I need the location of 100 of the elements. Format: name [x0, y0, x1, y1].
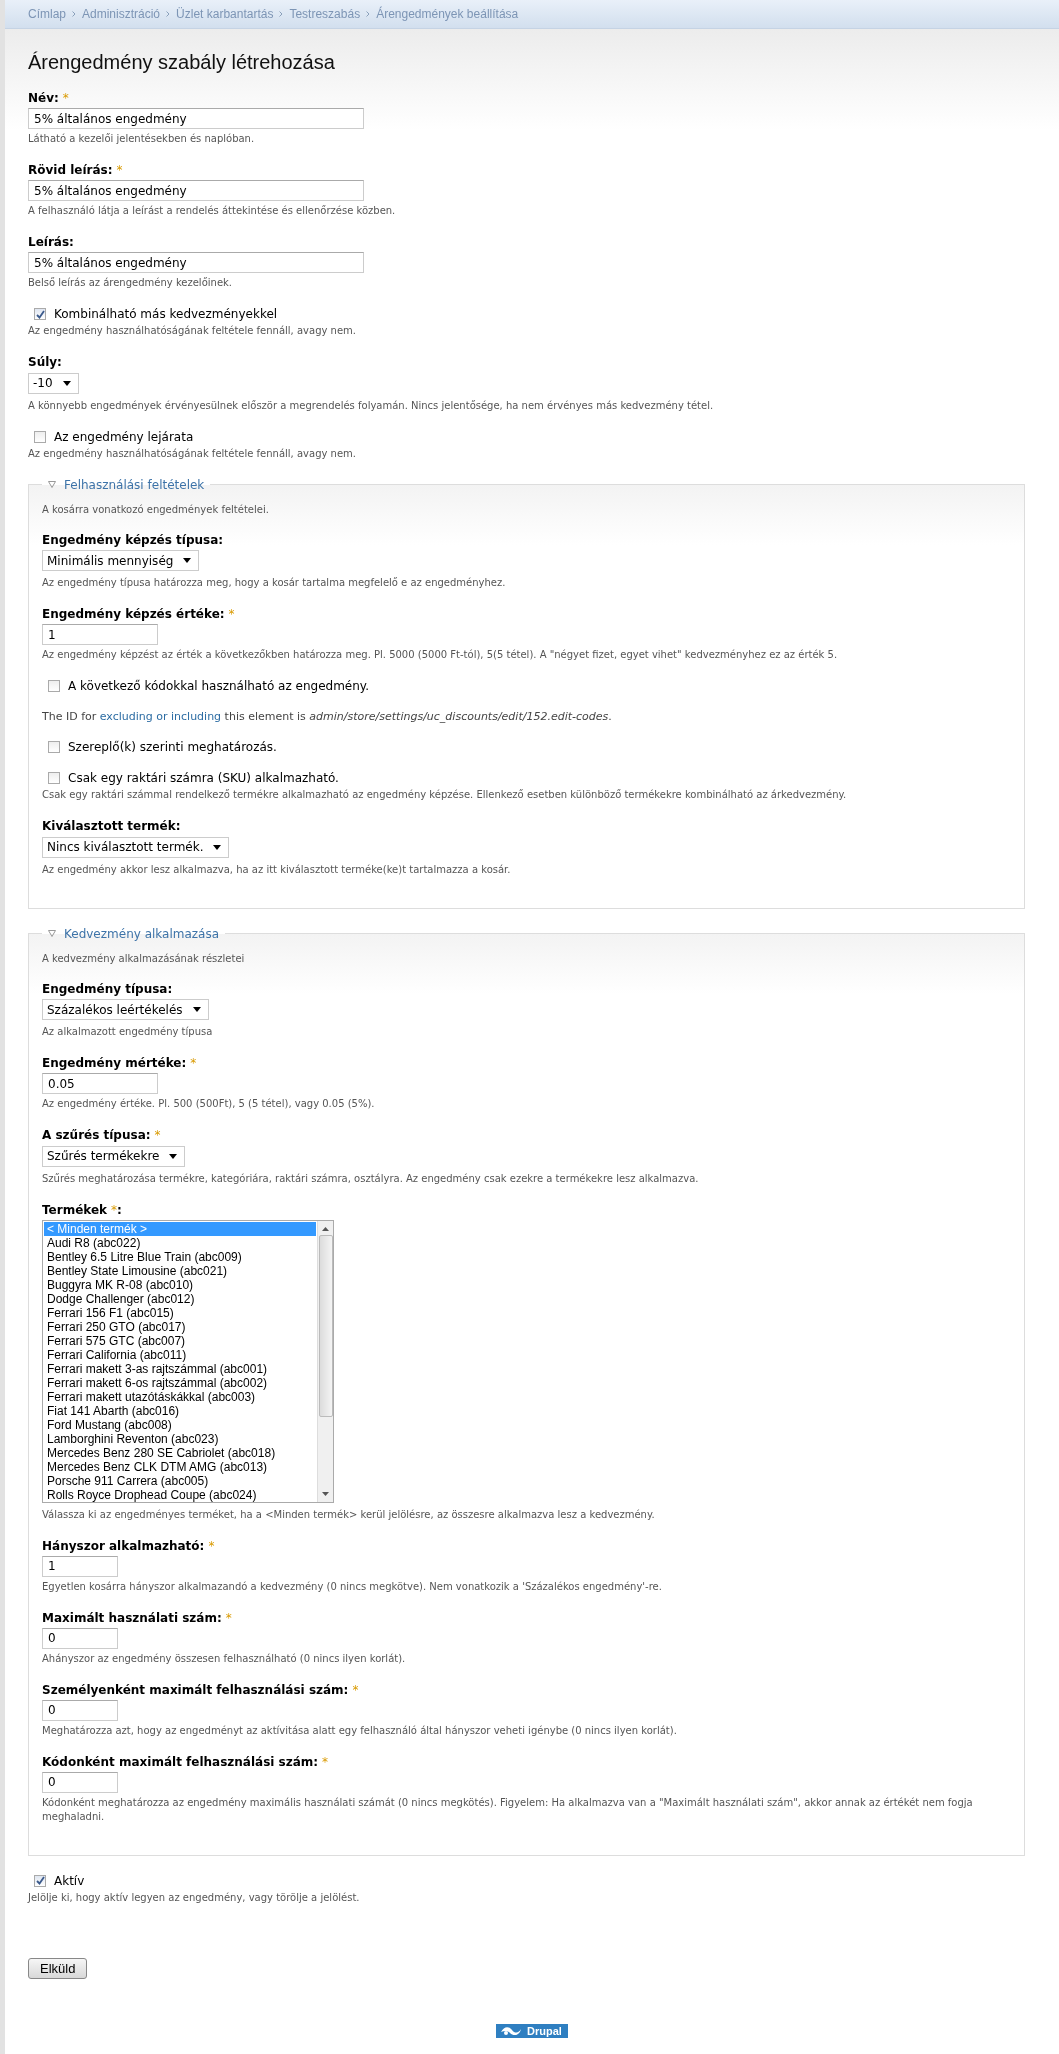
field-label: Rövid leírás:: [28, 163, 113, 177]
field-description: A felhasználó látja a leírást a rendelés áttekintése és ellenőrzése közben.: [28, 204, 397, 218]
checkbox-label: Aktív: [54, 1873, 85, 1888]
list-option[interactable]: Ferrari California (abc011): [44, 1347, 316, 1362]
text-field[interactable]: 1: [42, 624, 158, 645]
required-mark: *: [111, 1202, 118, 1217]
field-label: Leírás:: [28, 235, 74, 249]
label-colon: :: [117, 1202, 122, 1217]
chevron-icon: [166, 11, 171, 17]
list-option[interactable]: Ferrari makett 3-as rajtszámmal (abc001): [44, 1361, 316, 1376]
field-description: Ahányszor az engedmény összesen felhasználható (0 nincs ilyen korlát).: [42, 1651, 407, 1666]
checkbox-label: Csak egy raktári számra (SKU) alkalmazható.: [68, 771, 339, 785]
dropdown[interactable]: Minimális mennyiség: [42, 550, 200, 571]
scroll-down-icon[interactable]: [322, 1491, 329, 1496]
caret-icon: [183, 558, 192, 563]
caret-icon: [192, 1007, 201, 1012]
fieldset-description: A kedvezmény alkalmazásának részletei: [42, 952, 246, 964]
checkbox-label: A következő kódokkal használható az engedmény.: [68, 679, 370, 693]
list-option[interactable]: Ferrari 156 F1 (abc015): [44, 1305, 316, 1320]
required-mark: *: [116, 163, 123, 177]
drupal-badge[interactable]: Drupal: [496, 2024, 568, 2038]
text-field[interactable]: 0: [42, 1699, 118, 1721]
required-mark: *: [62, 91, 69, 105]
field-label: Személyenként maximált felhasználási szám:: [42, 1682, 349, 1697]
scrollbar[interactable]: [317, 1220, 333, 1502]
list-option[interactable]: Ferrari makett 6-os rajtszámmal (abc002): [44, 1375, 316, 1390]
list-option[interactable]: Mercedes Benz CLK DTM AMG (abc013): [44, 1459, 316, 1474]
required-mark: *: [228, 607, 235, 621]
fieldset-description: A kosárra vonatkozó engedmények feltételei.: [42, 503, 270, 515]
field-description: Jelölje ki, hogy aktív legyen az engedmény, vagy törölje a jelölést.: [28, 1890, 361, 1905]
checkbox[interactable]: [48, 680, 60, 692]
text-field[interactable]: 0: [42, 1771, 118, 1793]
list-option[interactable]: Rolls Royce Drophead Coupe (abc024): [44, 1487, 316, 1502]
list-option[interactable]: Porsche 911 Carrera (abc005): [44, 1473, 316, 1488]
list-option[interactable]: Mercedes Benz 280 SE Cabriolet (abc018): [44, 1445, 316, 1460]
checkbox[interactable]: [34, 430, 46, 443]
chevron-icon: [366, 11, 371, 17]
field-description: Meghatározza azt, hogy az engedményt az aktívitása alatt egy felhasználó által hányszor veheti igénybe (0 nincs ilyen korlát).: [42, 1723, 678, 1738]
caret-icon: [169, 1153, 178, 1159]
field-description: Csak egy raktári számmal rendelkező termékre alkalmazható az engedmény képzése. Ellenkező esetben különböző termékekre kombinálható az árkedvezmény.: [42, 788, 848, 802]
list-option[interactable]: Dodge Challenger (abc012): [44, 1291, 316, 1306]
checkbox[interactable]: [48, 772, 60, 784]
chevron-icon: [72, 11, 76, 17]
text-field[interactable]: 5% általános engedmény: [28, 180, 364, 201]
fieldset-legend[interactable]: Kedvezmény alkalmazása: [42, 926, 226, 941]
field-description: A könnyebb engedmények érvényesülnek először a megrendelés folyamán. Nincs jelentősége, ha nem érvényes más kedvezmény tétel.: [28, 398, 715, 413]
exclude-include-link[interactable]: excluding or including: [99, 710, 222, 723]
text-field[interactable]: 5% általános engedmény: [28, 108, 364, 129]
required-mark: *: [322, 1754, 329, 1769]
required-mark: *: [208, 1538, 215, 1553]
field-description: Az engedmény értéke. Pl. 500 (500Ft), 5 (5 tétel), vagy 0.05 (5%).: [42, 1097, 376, 1111]
submit-button[interactable]: Elküld: [28, 1957, 88, 1979]
list-option[interactable]: Ferrari makett utazótáskákkal (abc003): [44, 1389, 316, 1404]
field-description: Egyetlen kosárra hányszor alkalmazandó a kedvezmény (0 nincs megkötve). Nem vonatkozik a 'Százalékos engedmény'-re.: [42, 1579, 663, 1594]
field-description: Szűrés meghatározása termékre, kategóriára, raktári számra, osztályra. Az engedmény csak ezekre a termékekre lesz alkalmazva.: [42, 1171, 700, 1186]
field-label: Név:: [28, 91, 59, 105]
list-option[interactable]: Lamborghini Reventon (abc023): [44, 1431, 316, 1446]
list-option[interactable]: Fiat 141 Abarth (abc016): [44, 1403, 316, 1418]
dropdown[interactable]: Százalékos leértékelés: [42, 999, 209, 1020]
list-option[interactable]: Ferrari 250 GTO (abc017): [44, 1319, 316, 1334]
field-label: Kiválasztott termék:: [42, 819, 181, 833]
checkbox-label: Az engedmény lejárata: [54, 429, 194, 444]
field-label: A szűrés típusa:: [42, 1128, 151, 1142]
field-label: Termékek: [42, 1202, 108, 1217]
page-title: Árengedmény szabály létrehozása: [28, 51, 336, 74]
checkbox[interactable]: [34, 308, 46, 320]
list-option[interactable]: Bentley 6.5 Litre Blue Train (abc009): [44, 1249, 316, 1264]
field-label: Hányszor alkalmazható:: [42, 1538, 205, 1553]
field-label: Engedmény mértéke:: [42, 1056, 187, 1070]
field-label: Engedmény típusa:: [42, 981, 173, 996]
collapse-triangle-icon: [48, 930, 56, 937]
dropdown[interactable]: Szűrés termékekre: [42, 1145, 186, 1167]
field-label: Súly:: [28, 355, 62, 369]
text-field[interactable]: 1: [42, 1555, 118, 1577]
field-description: Válassza ki az engedményes terméket, ha a <Minden termék> kerül jelölésre, az összesre alkalmazva lesz a kedvezmény.: [42, 1507, 656, 1522]
checkbox[interactable]: [48, 741, 60, 753]
field-description: Az engedmény képzést az érték a következőkben határozza meg. Pl. 5000 (5000 Ft-tól), 5(5 tétel). A "négyet fizet, egyet vihet" kedvezményhez ez az érték 5.: [42, 648, 839, 662]
field-label: Engedmény képzés típusa:: [42, 532, 224, 547]
product-listbox[interactable]: [42, 1219, 334, 1503]
field-description: Az engedmény típusa határozza meg, hogy a kosár tartalma megfelelő e az engedményhez.: [42, 576, 507, 590]
field-label: Maximált használati szám:: [42, 1610, 222, 1625]
field-description: Az engedmény használhatóságának feltétele fennáll, avagy nem.: [28, 446, 357, 461]
required-mark: *: [225, 1610, 232, 1625]
list-option[interactable]: Audi R8 (abc022): [44, 1235, 316, 1250]
dropdown[interactable]: -10: [28, 372, 79, 394]
scroll-up-icon[interactable]: [322, 1226, 329, 1231]
list-option[interactable]: Ford Mustang (abc008): [44, 1417, 316, 1432]
text-field[interactable]: 5% általános engedmény: [28, 252, 364, 273]
list-option[interactable]: Buggyra MK R-08 (abc010): [44, 1277, 316, 1292]
list-option[interactable]: Ferrari 575 GTC (abc007): [44, 1333, 316, 1348]
checkbox[interactable]: [34, 1874, 46, 1887]
list-option[interactable]: Bentley State Limousine (abc021): [44, 1263, 316, 1278]
text-field[interactable]: 0.05: [42, 1073, 158, 1094]
fieldset-legend[interactable]: Felhasználási feltételek: [42, 477, 211, 492]
field-description: Az engedmény akkor lesz alkalmazva, ha az itt kiválasztott terméke(ke)t tartalmazza a kosár.: [42, 862, 512, 877]
dropdown[interactable]: Nincs kiválasztott termék.: [42, 836, 230, 858]
text-field[interactable]: 0: [42, 1627, 118, 1649]
checkbox-label: Szereplő(k) szerinti meghatározás.: [68, 740, 277, 754]
field-label: Engedmény képzés értéke:: [42, 607, 225, 621]
field-label: Kódonként maximált felhasználási szám:: [42, 1754, 319, 1769]
